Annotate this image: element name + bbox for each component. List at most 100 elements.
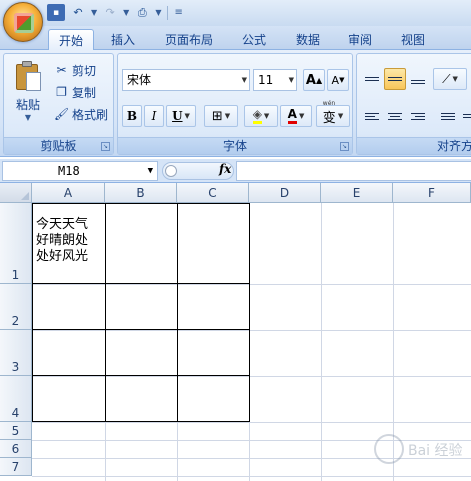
shrink-font-button[interactable]: A ▼: [327, 69, 349, 91]
table-border: [177, 203, 178, 422]
table-border: [32, 329, 250, 330]
cell-a1-line: 今天天气: [36, 217, 89, 232]
row-header-3[interactable]: 3: [0, 330, 32, 376]
column-header-e[interactable]: E: [321, 183, 393, 203]
copy-icon: ❐: [56, 85, 67, 99]
baidu-watermark: Bai 经验: [372, 432, 468, 472]
paste-button[interactable]: 粘贴 ▼: [10, 60, 46, 126]
column-header-c[interactable]: C: [177, 183, 249, 203]
gridline: [32, 284, 471, 285]
phonetic-label: 变: [322, 110, 336, 126]
orientation-button[interactable]: ⟋ ▼: [433, 68, 467, 90]
copy-button[interactable]: ❐ 复制: [54, 82, 96, 102]
row-header-7[interactable]: 7: [0, 458, 32, 476]
chevron-down-icon: ▼: [241, 76, 247, 84]
phonetic-icon: wén 变: [322, 100, 336, 126]
tab-data[interactable]: 数据: [286, 29, 330, 50]
row-header-1[interactable]: 1: [0, 203, 32, 284]
tab-insert[interactable]: 插入: [100, 29, 146, 50]
table-border: [32, 283, 250, 284]
borders-icon: ⊞: [211, 108, 223, 124]
office-logo-icon: [14, 13, 34, 33]
row-header-4[interactable]: 4: [0, 376, 32, 422]
underline-label: U: [172, 109, 183, 123]
align-left-button[interactable]: [361, 105, 383, 127]
font-color-label: A: [287, 108, 297, 124]
alignment-group-label: 对齐方: [357, 137, 471, 154]
select-all-corner[interactable]: [0, 183, 32, 203]
row-header-2[interactable]: 2: [0, 284, 32, 330]
underline-button[interactable]: U ▼: [166, 105, 196, 127]
decrease-indent-button[interactable]: [437, 105, 459, 127]
bold-button[interactable]: B: [122, 105, 142, 127]
font-size-value: 11: [258, 73, 274, 87]
tab-view[interactable]: 视图: [391, 29, 435, 50]
ribbon-tabs: 开始 插入 页面布局 公式 数据 审阅 视图: [0, 26, 471, 51]
font-size-select[interactable]: 11 ▼: [253, 69, 297, 91]
paste-icon: [14, 60, 42, 92]
align-center-button[interactable]: [384, 105, 406, 127]
row-number-7: 7: [11, 460, 20, 474]
column-header-b[interactable]: B: [105, 183, 177, 203]
expand-circle-icon[interactable]: [165, 165, 177, 177]
undo-icon[interactable]: ↶: [69, 4, 87, 21]
align-top-button[interactable]: [361, 68, 383, 90]
font-launcher-icon[interactable]: ↘: [340, 142, 349, 151]
font-name-select[interactable]: 宋体 ▼: [122, 69, 250, 91]
paste-dropdown-icon[interactable]: ▼: [10, 113, 46, 122]
tab-home[interactable]: 开始: [48, 29, 94, 51]
borders-button[interactable]: ⊞ ▼: [204, 105, 238, 127]
italic-button[interactable]: I: [144, 105, 164, 127]
table-border: [105, 203, 106, 422]
increase-indent-button[interactable]: [459, 105, 471, 127]
name-box[interactable]: M18 ▼: [2, 161, 158, 181]
row-header-6[interactable]: 6: [0, 440, 32, 458]
cut-button[interactable]: ✂ 剪切: [54, 60, 96, 80]
insert-function-button[interactable]: fx: [219, 162, 231, 176]
office-button[interactable]: [3, 2, 43, 42]
grow-font-button[interactable]: A ▲: [303, 69, 325, 91]
chevron-down-icon: ▼: [184, 112, 190, 120]
row-number-6: 6: [11, 442, 20, 456]
formula-input[interactable]: [236, 161, 471, 181]
row-header-5[interactable]: 5: [0, 422, 32, 440]
align-right-button[interactable]: [407, 105, 429, 127]
tab-formulas[interactable]: 公式: [232, 29, 276, 50]
tab-review[interactable]: 审阅: [338, 29, 382, 50]
chevron-down-icon: ▼: [298, 112, 305, 120]
save-icon[interactable]: ▪: [47, 4, 65, 21]
font-color-button[interactable]: A ▼: [280, 105, 312, 127]
print-dropdown-icon[interactable]: ▼: [155, 8, 161, 17]
fill-color-button[interactable]: ◈ ▼: [244, 105, 278, 127]
undo-dropdown-icon[interactable]: ▼: [91, 8, 97, 17]
customize-qat-icon[interactable]: ≡: [174, 7, 182, 18]
cell-a1-line: 处好风光: [36, 249, 89, 264]
ribbon: 粘贴 ▼ ✂ 剪切 ❐ 复制 🖌 格式刷 剪贴板 ↘ 宋体 ▼ 11 ▼ A▲: [0, 50, 471, 157]
chevron-down-icon[interactable]: ▼: [148, 162, 153, 180]
print-preview-icon[interactable]: ⎙: [133, 4, 151, 21]
clipboard-launcher-icon[interactable]: ↘: [101, 142, 110, 151]
cell-a1[interactable]: 今天天气 好晴朗处 处好风光: [36, 217, 104, 265]
table-border: [32, 203, 33, 422]
row-number-1: 1: [11, 268, 20, 282]
cell-a1-line: 好晴朗处: [36, 233, 89, 248]
align-bottom-button[interactable]: [407, 68, 429, 90]
redo-icon[interactable]: ↷: [101, 4, 119, 21]
orientation-icon: ⟋: [442, 71, 451, 86]
chevron-down-icon: ▼: [337, 112, 344, 120]
phonetic-button[interactable]: wén 变 ▼: [316, 100, 350, 127]
phonetic-small-label: wén: [322, 99, 336, 107]
format-painter-button[interactable]: 🖌 格式刷: [54, 104, 108, 124]
tab-page-layout[interactable]: 页面布局: [158, 29, 220, 50]
gridline: [32, 422, 471, 423]
row-number-3: 3: [11, 360, 20, 374]
column-header-d[interactable]: D: [249, 183, 321, 203]
column-header-a[interactable]: A: [32, 183, 105, 203]
qat-separator: [167, 5, 169, 20]
column-header-f[interactable]: F: [393, 183, 471, 203]
align-middle-button[interactable]: [384, 68, 406, 90]
redo-dropdown-icon[interactable]: ▼: [123, 8, 129, 17]
quick-access-toolbar: ▪ ↶ ▼ ↷ ▼ ⎙ ▼ ≡: [47, 4, 183, 21]
row-number-2: 2: [11, 314, 20, 328]
shrink-font-label: A: [331, 73, 340, 87]
